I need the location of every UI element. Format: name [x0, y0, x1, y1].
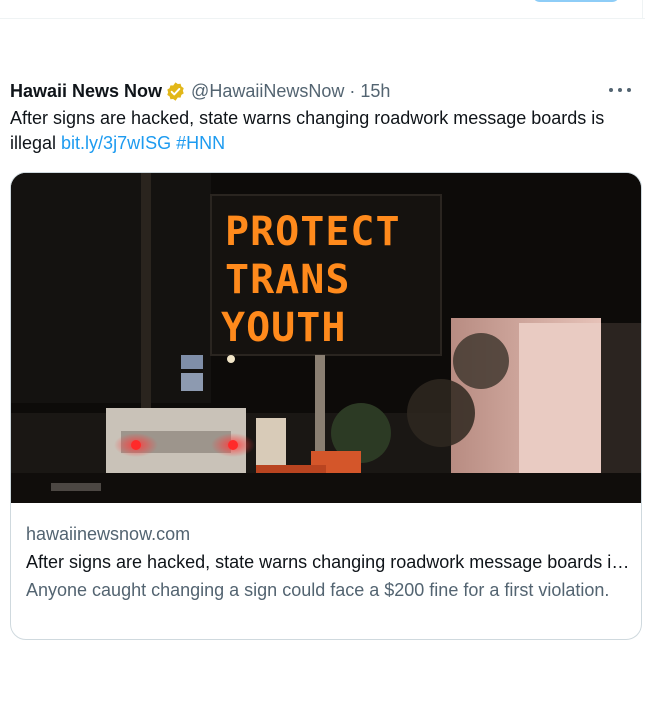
card-description: Anyone caught changing a sign could face… [26, 580, 610, 600]
verified-badge-icon [165, 81, 186, 102]
tweet-timestamp[interactable]: 15h [360, 81, 390, 102]
column-border [642, 0, 643, 18]
card-domain: hawaiinewsnow.com [26, 524, 191, 544]
sign-line-1: PROTECT [225, 209, 401, 255]
more-horizontal-icon[interactable] [609, 82, 631, 98]
tweet-text: After signs are hacked, state warns chan… [10, 106, 635, 156]
sign-line-2: TRANS [225, 257, 350, 303]
tweet-header: Hawaii News Now @HawaiiNewsNow · 15h [10, 80, 390, 102]
tweet-link[interactable]: bit.ly/3j7wISG [61, 133, 171, 153]
sign-line-3: YOUTH [221, 305, 346, 351]
card-image[interactable]: PROTECT TRANS YOUTH [11, 173, 641, 503]
link-preview-card[interactable]: PROTECT TRANS YOUTH hawaiinewsnow.com Af… [10, 172, 642, 640]
author-name[interactable]: Hawaii News Now [10, 81, 162, 102]
tweet-hashtag[interactable]: #HNN [176, 133, 225, 153]
top-divider [0, 0, 645, 19]
author-handle[interactable]: @HawaiiNewsNow [191, 81, 344, 102]
card-title[interactable]: After signs are hacked, state warns chan… [26, 550, 631, 574]
header-separator: · [349, 80, 356, 101]
top-button-edge[interactable] [532, 0, 620, 2]
card-meta: hawaiinewsnow.com After signs are hacked… [26, 523, 636, 602]
